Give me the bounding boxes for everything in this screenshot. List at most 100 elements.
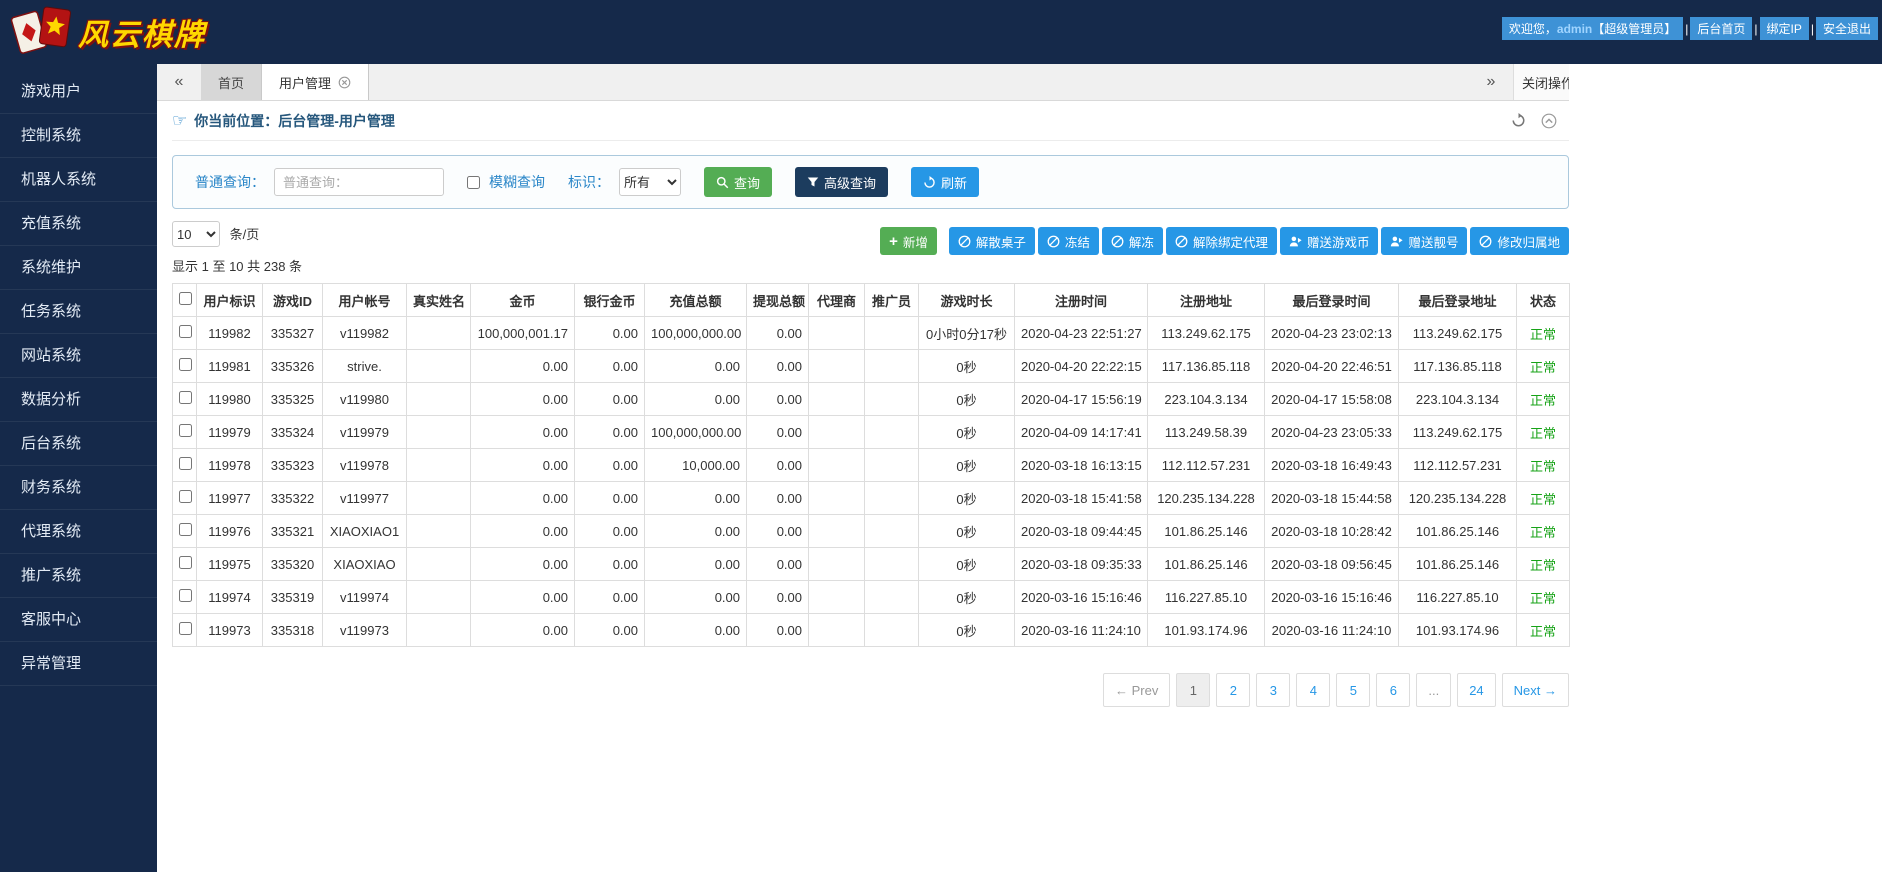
- add-button[interactable]: + 新增: [880, 227, 937, 255]
- column-header-1: 游戏ID: [263, 284, 323, 317]
- sidebar-item-12[interactable]: 客服中心: [0, 598, 157, 642]
- row-checkbox[interactable]: [179, 589, 192, 602]
- prev-page-button[interactable]: ← Prev: [1103, 673, 1170, 707]
- tabs-scroll-right-icon[interactable]: »: [1469, 64, 1513, 100]
- tab-close-icon[interactable]: [338, 76, 351, 89]
- cell: 正常: [1517, 350, 1570, 383]
- sidebar-item-1[interactable]: 控制系统: [0, 114, 157, 158]
- page-size-select[interactable]: 10: [172, 221, 220, 247]
- sidebar-item-7[interactable]: 数据分析: [0, 378, 157, 422]
- cell: [865, 482, 919, 515]
- sidebar-item-0[interactable]: 游戏用户: [0, 70, 157, 114]
- cell: v119979: [323, 416, 407, 449]
- action-button-0[interactable]: 解散桌子: [949, 227, 1035, 255]
- cell: 0.00: [575, 482, 645, 515]
- cell: 113.249.62.175: [1148, 317, 1265, 350]
- table-row: 119981335326strive.0.000.000.000.000秒202…: [173, 350, 1570, 383]
- row-checkbox[interactable]: [179, 490, 192, 503]
- cell: 2020-03-18 09:44:45: [1015, 515, 1148, 548]
- table-row: 119979335324v1199790.000.00100,000,000.0…: [173, 416, 1570, 449]
- cell: 2020-03-18 16:49:43: [1265, 449, 1399, 482]
- column-header-12: 注册地址: [1148, 284, 1265, 317]
- cell: 119982: [197, 317, 263, 350]
- action-button-5[interactable]: 赠送靓号: [1381, 227, 1467, 255]
- tab-bar-right: » 关闭操作: [1469, 64, 1569, 100]
- row-checkbox[interactable]: [179, 556, 192, 569]
- cell: 335322: [263, 482, 323, 515]
- column-header-15: 状态: [1517, 284, 1570, 317]
- select-all-checkbox[interactable]: [179, 292, 192, 305]
- action-button-6[interactable]: 修改归属地: [1470, 227, 1569, 255]
- table-row: 119982335327v119982100,000,001.170.00100…: [173, 317, 1570, 350]
- page-button-3[interactable]: 3: [1256, 673, 1290, 707]
- tab-home[interactable]: 首页: [201, 64, 262, 100]
- table-header-row: 用户标识游戏ID用户帐号真实姓名金币银行金币充值总额提现总额代理商推广员游戏时长…: [173, 284, 1570, 317]
- row-checkbox[interactable]: [179, 358, 192, 371]
- sidebar-item-13[interactable]: 异常管理: [0, 642, 157, 686]
- row-checkbox[interactable]: [179, 391, 192, 404]
- sidebar-item-2[interactable]: 机器人系统: [0, 158, 157, 202]
- page-button-1[interactable]: 1: [1176, 673, 1210, 707]
- page-button-2[interactable]: 2: [1216, 673, 1250, 707]
- cell: 0.00: [575, 350, 645, 383]
- column-header-4: 金币: [471, 284, 575, 317]
- next-page-button[interactable]: Next →: [1502, 673, 1569, 707]
- cell: [809, 548, 865, 581]
- sidebar-item-5[interactable]: 任务系统: [0, 290, 157, 334]
- refresh-icon[interactable]: [1511, 113, 1526, 128]
- row-checkbox[interactable]: [179, 622, 192, 635]
- search-input[interactable]: [274, 168, 444, 196]
- row-checkbox-cell: [173, 614, 197, 647]
- action-button-3[interactable]: 解除绑定代理: [1166, 227, 1277, 255]
- sidebar-item-10[interactable]: 代理系统: [0, 510, 157, 554]
- header-separator: |: [1809, 22, 1816, 36]
- cell: 2020-03-18 09:56:45: [1265, 548, 1399, 581]
- page-button-4[interactable]: 4: [1296, 673, 1330, 707]
- sidebar-item-3[interactable]: 充值系统: [0, 202, 157, 246]
- plus-icon: +: [889, 234, 898, 249]
- close-operations-button[interactable]: 关闭操作: [1513, 64, 1569, 100]
- cell: 正常: [1517, 449, 1570, 482]
- refresh-icon: [923, 176, 936, 189]
- cell: 0.00: [747, 515, 809, 548]
- row-checkbox[interactable]: [179, 325, 192, 338]
- cell: [865, 614, 919, 647]
- header-link-0[interactable]: 后台首页: [1690, 17, 1752, 40]
- sidebar-item-6[interactable]: 网站系统: [0, 334, 157, 378]
- fuzzy-query-label: 模糊查询: [489, 172, 545, 192]
- header-link-2[interactable]: 安全退出: [1816, 17, 1878, 40]
- page-button-5[interactable]: 5: [1336, 673, 1370, 707]
- row-checkbox[interactable]: [179, 523, 192, 536]
- action-button-2[interactable]: 解冻: [1102, 227, 1163, 255]
- cell: 2020-03-16 15:16:46: [1265, 581, 1399, 614]
- query-button[interactable]: 查询: [704, 167, 772, 197]
- page-button-24[interactable]: 24: [1457, 673, 1495, 707]
- flag-select[interactable]: 所有: [619, 168, 681, 196]
- page-button-6[interactable]: 6: [1376, 673, 1410, 707]
- cell: 0.00: [471, 350, 575, 383]
- row-checkbox-cell: [173, 416, 197, 449]
- sidebar-item-8[interactable]: 后台系统: [0, 422, 157, 466]
- cell: 0秒: [919, 449, 1015, 482]
- cell: 2020-03-18 15:41:58: [1015, 482, 1148, 515]
- sidebar-item-9[interactable]: 财务系统: [0, 466, 157, 510]
- collapse-panel-icon[interactable]: [1541, 113, 1557, 129]
- cell: 101.93.174.96: [1148, 614, 1265, 647]
- row-checkbox-cell: [173, 548, 197, 581]
- action-button-1[interactable]: 冻结: [1038, 227, 1099, 255]
- refresh-button[interactable]: 刷新: [911, 167, 979, 197]
- cell: 119978: [197, 449, 263, 482]
- column-header-13: 最后登录时间: [1265, 284, 1399, 317]
- row-checkbox[interactable]: [179, 457, 192, 470]
- sidebar-item-11[interactable]: 推广系统: [0, 554, 157, 598]
- tabs-scroll-left-icon[interactable]: «: [157, 64, 201, 100]
- action-button-4[interactable]: 赠送游戏币: [1280, 227, 1379, 255]
- row-checkbox[interactable]: [179, 424, 192, 437]
- advanced-query-button[interactable]: 高级查询: [795, 167, 888, 197]
- header-link-1[interactable]: 绑定IP: [1760, 17, 1809, 40]
- tab-user-management[interactable]: 用户管理: [262, 64, 369, 100]
- header-separator: |: [1752, 22, 1759, 36]
- fuzzy-query-checkbox[interactable]: [467, 176, 480, 189]
- cell: [407, 350, 471, 383]
- sidebar-item-4[interactable]: 系统维护: [0, 246, 157, 290]
